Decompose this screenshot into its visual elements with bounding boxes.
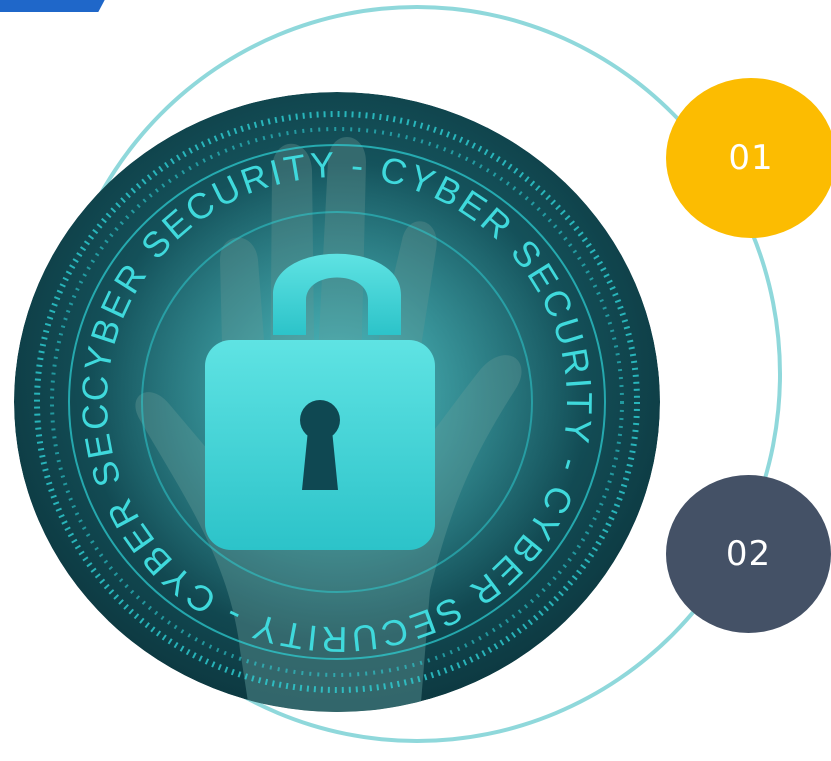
step-badge-label: 02 [725,534,772,574]
step-badge-02: 02 [666,475,831,633]
step-badge-01: 01 [666,78,831,238]
corner-accent-tab [0,0,110,12]
cyber-security-emblem: CYBER SECURITY - CYBER SECURITY - CYBER … [14,92,660,712]
slide-canvas: CYBER SECURITY - CYBER SECURITY - CYBER … [0,0,831,761]
step-badge-label: 01 [728,138,774,178]
